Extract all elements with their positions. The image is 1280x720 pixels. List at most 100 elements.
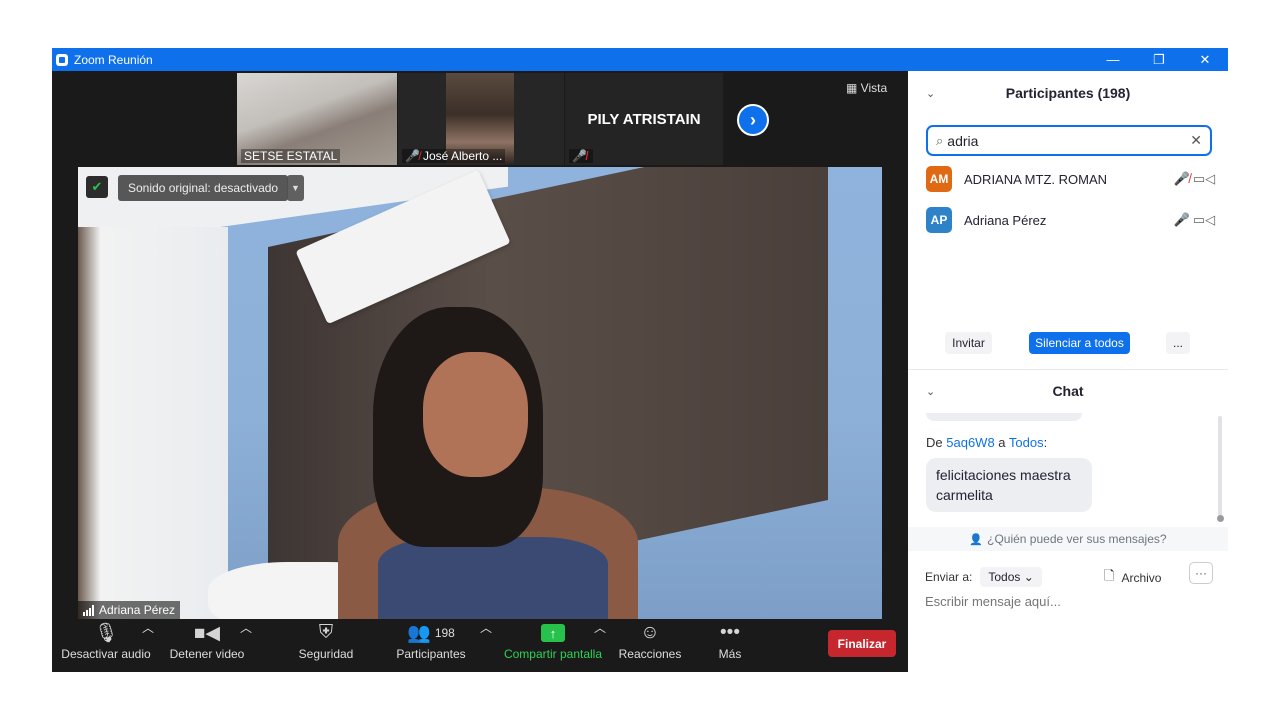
reactions-label: Reacciones	[618, 647, 682, 661]
thumbnail-name: PILY ATRISTAIN	[587, 110, 701, 128]
next-page-button[interactable]: ›	[737, 104, 769, 136]
invite-button[interactable]: Invitar	[945, 332, 992, 354]
signal-strength-icon	[83, 604, 94, 616]
zoom-window: Zoom Reunión — ❐ ✕ SETSE ESTATAL 🎤̸ José …	[52, 48, 1228, 672]
from-prefix: De	[926, 435, 943, 450]
search-icon: ⌕	[936, 132, 944, 148]
chat-more-button[interactable]: ···	[1189, 562, 1213, 584]
who-can-see-link[interactable]: 👤 ¿Quién puede ver sus mensajes?	[908, 527, 1228, 551]
chevron-right-icon: ›	[750, 109, 756, 130]
video-camera-icon[interactable]: ▭◁	[1192, 171, 1216, 187]
more-button[interactable]: ••• Más	[708, 619, 752, 672]
security-button[interactable]: ⛨ Seguridad	[294, 619, 358, 672]
to-word: a	[998, 435, 1006, 450]
send-to-select[interactable]: Todos ⌄	[980, 567, 1042, 587]
avatar: AM	[926, 166, 952, 192]
send-to-value: Todos	[988, 570, 1021, 584]
wall	[78, 227, 228, 619]
file-button[interactable]: 🗋 Archivo	[1104, 567, 1161, 589]
mic-muted-icon: 🎤̸	[572, 149, 587, 163]
video-thumbnail[interactable]: 🎤̸ José Alberto ...	[398, 73, 564, 165]
window-title: Zoom Reunión	[74, 52, 153, 67]
active-speaker-video: ✔ Sonido original: desactivado ▼ Adriana…	[78, 167, 882, 619]
video-camera-icon: ■◀	[193, 622, 221, 644]
ellipsis-icon: •••	[720, 622, 740, 643]
panel-divider	[908, 369, 1228, 370]
meeting-toolbar: 🎙 Desactivar audio ︿ ■◀ Detener video ︿ …	[52, 619, 908, 672]
share-screen-button[interactable]: ↑ Compartir pantalla	[502, 619, 604, 672]
send-to-row: Enviar a: Todos ⌄	[925, 567, 1042, 587]
close-button[interactable]: ✕	[1182, 48, 1228, 71]
send-to-label: Enviar a:	[925, 570, 973, 584]
view-label: Vista	[860, 81, 888, 95]
participants-button[interactable]: 👥 198 Participantes	[394, 619, 468, 672]
speaker-face	[423, 352, 528, 477]
who-can-see-text: ¿Quién puede ver sus mensajes?	[987, 532, 1167, 546]
reactions-button[interactable]: ☺ Reacciones	[618, 619, 682, 672]
sender-suffix: :	[1043, 435, 1048, 450]
mic-muted-icon[interactable]: 🎤̸	[1172, 171, 1192, 187]
mute-audio-label: Desactivar audio	[61, 647, 151, 661]
participant-name: Adriana Pérez	[964, 212, 1047, 228]
speaker-name: Adriana Pérez	[99, 603, 176, 617]
thumbnail-mute-tag: 🎤̸	[569, 149, 593, 163]
person-info-icon: 👤	[969, 533, 984, 546]
thumbnail-name: José Alberto ...	[422, 149, 503, 163]
minimize-button[interactable]: —	[1090, 48, 1136, 71]
recipient-link[interactable]: Todos	[1009, 435, 1044, 450]
chat-scrollbar[interactable]	[1218, 416, 1222, 521]
participant-name: ADRIANA MTZ. ROMAN	[964, 171, 1108, 187]
participant-search-input[interactable]: ⌕ adria ✕	[926, 125, 1212, 156]
video-camera-icon[interactable]: ▭◁	[1192, 212, 1216, 228]
encryption-shield-icon[interactable]: ✔	[86, 176, 108, 198]
audio-options-caret[interactable]: ︿	[142, 619, 154, 672]
chat-message: felicitaciones maestra carmelita	[926, 458, 1092, 512]
clear-search-icon[interactable]: ✕	[1190, 132, 1202, 149]
share-screen-label: Compartir pantalla	[503, 647, 603, 661]
chevron-down-icon[interactable]: ⌄	[926, 87, 935, 100]
zoom-app-icon	[56, 53, 68, 66]
participants-icon: 👥 198	[407, 623, 455, 644]
file-label: Archivo	[1121, 571, 1162, 585]
thumbnail-name-tag: 🎤̸ José Alberto ...	[402, 149, 506, 163]
end-meeting-button[interactable]: Finalizar	[828, 630, 896, 657]
chevron-down-icon[interactable]: ⌄	[926, 385, 935, 398]
chat-message-input[interactable]: Escribir mensaje aquí...	[925, 594, 1215, 609]
microphone-icon: 🎙	[93, 623, 119, 644]
mute-audio-button[interactable]: 🎙 Desactivar audio	[60, 619, 152, 672]
original-sound-toggle[interactable]: Sonido original: desactivado	[118, 175, 289, 201]
participants-label: Participantes	[396, 647, 466, 661]
grid-icon: ▦	[846, 81, 861, 95]
view-button[interactable]: ▦ Vista	[846, 81, 887, 95]
mute-all-button[interactable]: Silenciar a todos	[1029, 332, 1130, 354]
video-options-caret[interactable]: ︿	[240, 619, 252, 672]
sound-options-caret[interactable]: ▼	[287, 175, 304, 201]
chat-header: ⌄ Chat	[908, 371, 1228, 411]
mic-muted-icon: 🎤̸	[405, 149, 420, 163]
more-label: Más	[718, 647, 742, 661]
previous-message-bubble	[926, 413, 1082, 421]
stop-video-button[interactable]: ■◀ Detener video	[166, 619, 248, 672]
share-options-caret[interactable]: ︿	[594, 619, 606, 672]
participants-more-button[interactable]: ...	[1166, 332, 1190, 354]
restore-button[interactable]: ❐	[1136, 48, 1182, 71]
participant-row[interactable]: AP Adriana Pérez 🎤 ▭◁	[926, 206, 1216, 234]
participants-count: 198	[434, 626, 455, 640]
thumbnail-name: SETSE ESTATAL	[241, 149, 341, 163]
video-area: SETSE ESTATAL 🎤̸ José Alberto ... PILY AT…	[52, 71, 908, 672]
participant-row[interactable]: AM ADRIANA MTZ. ROMAN 🎤̸ ▭◁	[926, 165, 1216, 193]
speaker-dress	[378, 537, 608, 619]
microphone-icon[interactable]: 🎤	[1172, 212, 1192, 228]
shield-icon: ⛨	[318, 622, 334, 643]
smiley-plus-icon: ☺	[640, 622, 660, 643]
participants-options-caret[interactable]: ︿	[480, 619, 492, 672]
chevron-down-icon: ⌄	[1023, 570, 1034, 584]
file-icon: 🗋	[1104, 568, 1115, 583]
stop-video-label: Detener video	[169, 647, 245, 661]
video-thumbnail[interactable]: SETSE ESTATAL	[237, 73, 397, 165]
scrollbar-thumb[interactable]	[1217, 515, 1224, 522]
message-sender-line: De 5aq6W8 a Todos:	[926, 435, 1047, 450]
video-thumbnail[interactable]: PILY ATRISTAIN 🎤̸	[565, 73, 723, 165]
participants-title: Participantes (198)	[1005, 85, 1131, 101]
sender-link[interactable]: 5aq6W8	[946, 435, 994, 450]
